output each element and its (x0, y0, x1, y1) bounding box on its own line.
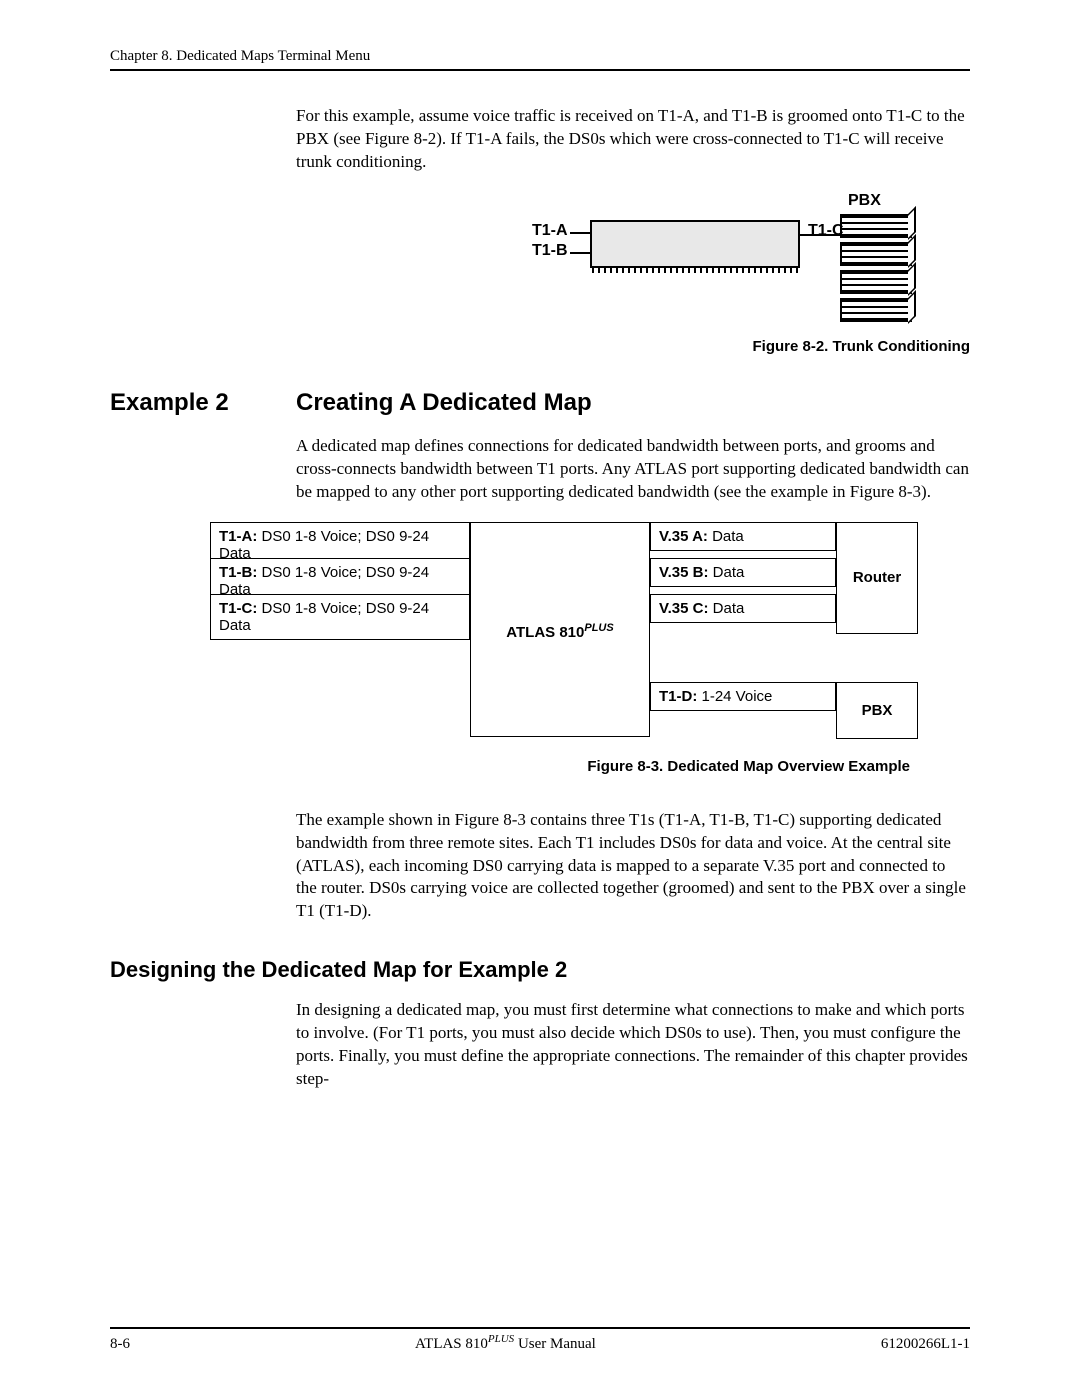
example2-heading: Example 2 Creating A Dedicated Map (110, 389, 970, 417)
pbx-label: PBX (848, 192, 881, 210)
figure-8-3-caption: Figure 8-3. Dedicated Map Overview Examp… (110, 758, 910, 775)
example2-title: Creating A Dedicated Map (296, 389, 592, 417)
header-rule (110, 69, 970, 71)
designing-heading: Designing the Dedicated Map for Example … (110, 957, 970, 983)
atlas-chassis-icon (590, 220, 800, 268)
example2-paragraph: A dedicated map defines connections for … (296, 435, 970, 504)
figure-8-2: PBX T1-A T1-B T1-C (296, 192, 970, 332)
pbx-box: PBX (836, 682, 918, 739)
figure-8-2-caption: Figure 8-2. Trunk Conditioning (296, 338, 970, 355)
example2-after-paragraph: The example shown in Figure 8-3 contains… (296, 809, 970, 924)
t1c-label: T1-C (808, 222, 844, 240)
v35b-cell: V.35 B: Data (650, 558, 836, 587)
chapter-header: Chapter 8. Dedicated Maps Terminal Menu (110, 48, 970, 65)
page-number: 8-6 (110, 1336, 130, 1353)
footer-docid: 61200266L1-1 (881, 1336, 970, 1353)
atlas-label: ATLAS 810PLUS (480, 622, 640, 641)
line-t1b (570, 252, 590, 254)
figure-8-3: T1-A: DS0 1-8 Voice; DS0 9-24 Data T1-B:… (210, 522, 940, 752)
router-box: Router (836, 522, 918, 634)
t1b-label: T1-B (532, 242, 568, 260)
page-footer: 8-6 ATLAS 810PLUS User Manual 61200266L1… (110, 1333, 970, 1353)
line-t1a (570, 232, 590, 234)
example2-label: Example 2 (110, 389, 296, 417)
v35a-cell: V.35 A: Data (650, 522, 836, 551)
t1a-label: T1-A (532, 222, 568, 240)
v35c-cell: V.35 C: Data (650, 594, 836, 623)
designing-paragraph: In designing a dedicated map, you must f… (296, 999, 970, 1091)
footer-center: ATLAS 810PLUS User Manual (415, 1333, 596, 1353)
line-t1c (800, 234, 840, 236)
footer-rule (110, 1327, 970, 1329)
pbx-stack-icon (840, 214, 912, 326)
t1d-cell: T1-D: 1-24 Voice (650, 682, 836, 711)
t1c-cell: T1-C: DS0 1-8 Voice; DS0 9-24 Data (210, 594, 470, 640)
intro-paragraph: For this example, assume voice traffic i… (296, 105, 970, 174)
